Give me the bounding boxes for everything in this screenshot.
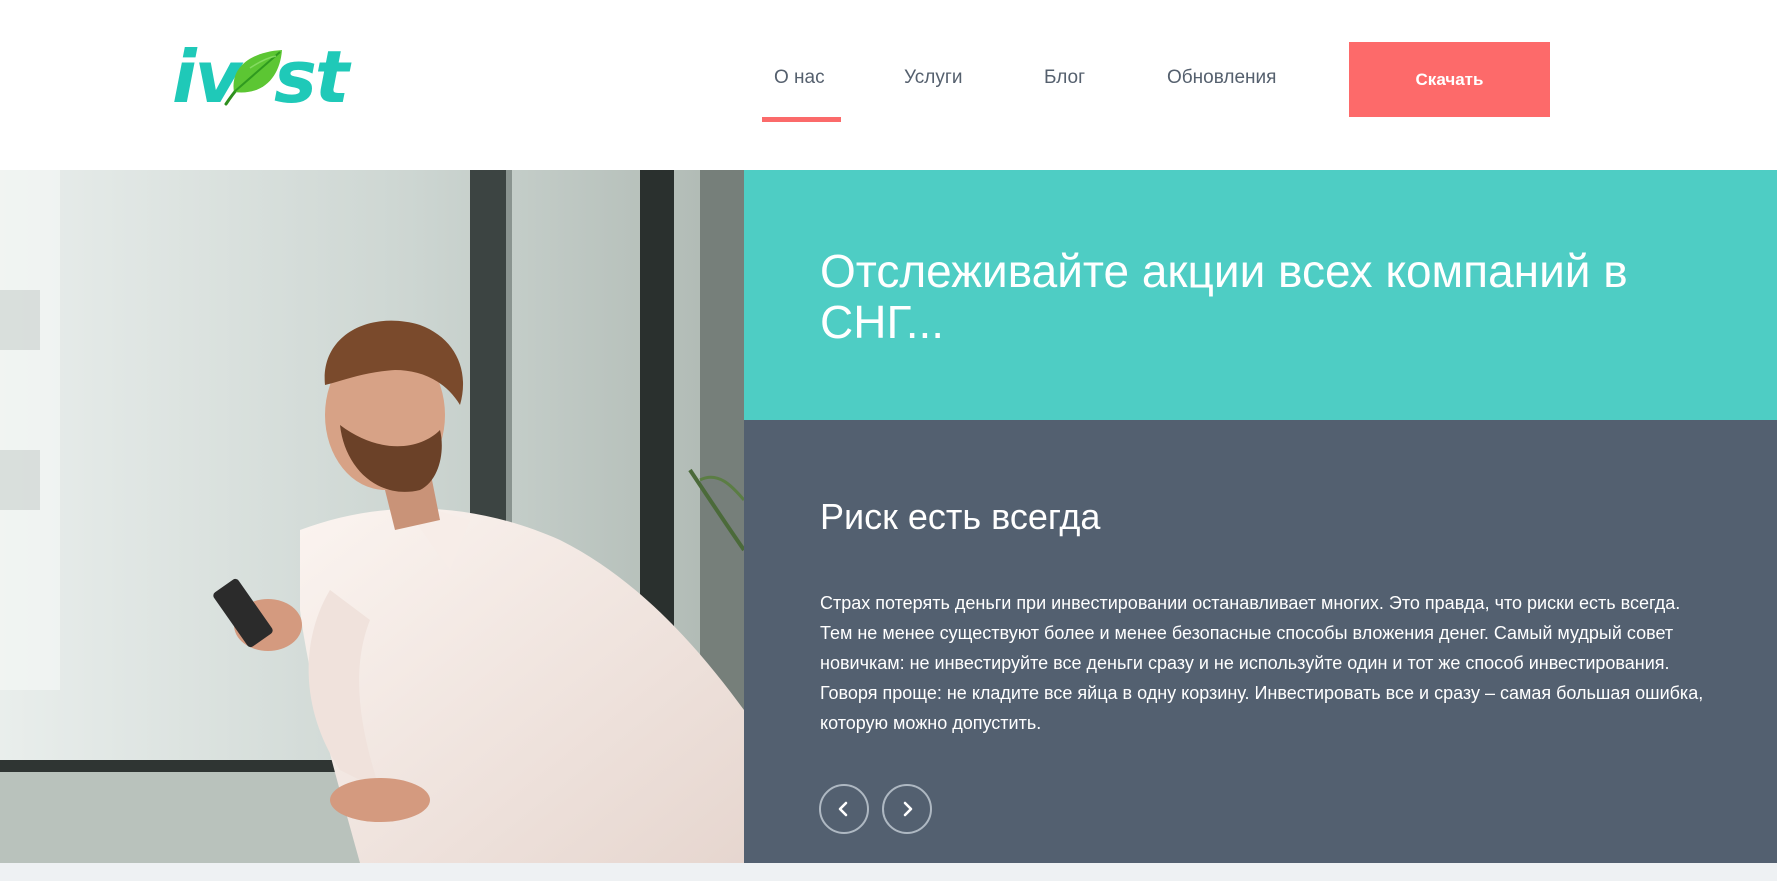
ivest-logo[interactable]: iv st — [172, 40, 349, 114]
site-header: iv st О нас Услуги Блог Обновления Скача… — [0, 0, 1777, 170]
nav-item-updates[interactable]: Обновления — [1167, 62, 1276, 94]
nav-item-about[interactable]: О нас — [774, 62, 825, 94]
nav-item-blog[interactable]: Блог — [1044, 62, 1085, 94]
download-button[interactable]: Скачать — [1349, 42, 1550, 117]
info-text: Страх потерять деньги при инвестировании… — [820, 593, 1704, 733]
bottom-strip — [0, 863, 1777, 881]
slider-next-button[interactable] — [882, 784, 932, 834]
logo-text-right: st — [274, 35, 349, 119]
man-with-phone-image — [0, 170, 744, 863]
chevron-left-icon — [838, 801, 848, 817]
hero-photo — [0, 170, 744, 863]
nav-item-services[interactable]: Услуги — [904, 62, 962, 94]
hero-title: Отслеживайте акции всех компаний в СНГ..… — [820, 245, 1628, 348]
chevron-right-icon — [903, 801, 913, 817]
info-panel: Риск есть всегда Страх потерять деньги п… — [744, 420, 1777, 863]
nav-active-indicator — [762, 117, 841, 122]
info-title: Риск есть всегда — [820, 496, 1101, 537]
hero-banner: Отслеживайте акции всех компаний в СНГ..… — [744, 170, 1777, 420]
slider-prev-button[interactable] — [819, 784, 869, 834]
